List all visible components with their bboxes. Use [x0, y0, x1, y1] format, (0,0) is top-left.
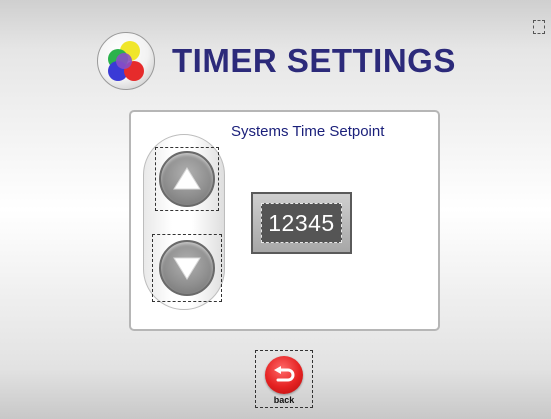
header: TIMER SETTINGS [97, 31, 456, 91]
logo-icon [97, 32, 155, 90]
up-arrow-icon [159, 151, 215, 207]
back-label: back [273, 395, 295, 405]
logo-dot-purple [116, 53, 132, 69]
setpoint-panel: Systems Time Setpoint 12345 [129, 110, 440, 331]
decrement-button[interactable] [152, 234, 222, 302]
setpoint-display: 12345 [251, 192, 352, 254]
setpoint-label: Systems Time Setpoint [231, 123, 385, 140]
corner-marker [533, 20, 545, 34]
down-arrow-icon [159, 240, 215, 296]
increment-button[interactable] [155, 147, 219, 211]
back-button[interactable]: back [255, 350, 313, 408]
page-title: TIMER SETTINGS [172, 42, 456, 79]
setpoint-value[interactable]: 12345 [261, 203, 342, 243]
return-arrow-icon [265, 356, 303, 394]
